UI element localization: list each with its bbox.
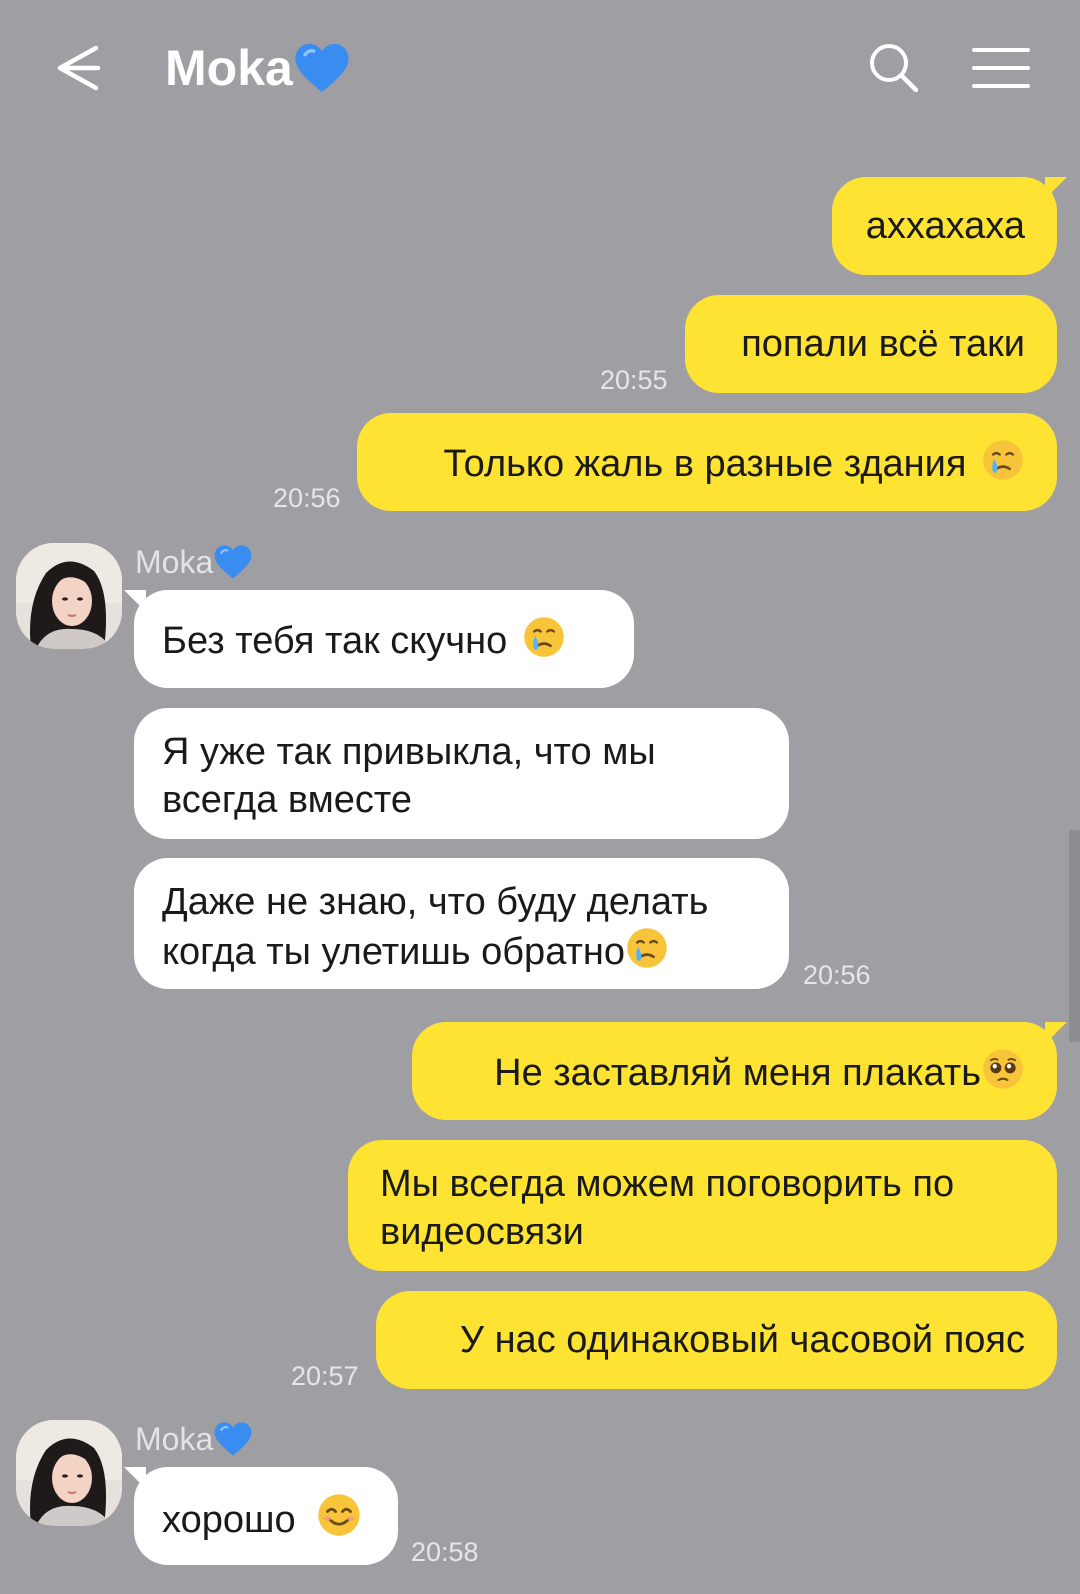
chat-header: Moka <box>0 0 1080 140</box>
outgoing-message[interactable]: Мы всегда можем поговорить по видеосвязи <box>348 1140 1057 1271</box>
incoming-message[interactable]: Я уже так привыкла, что мы всегда вместе <box>134 708 789 839</box>
blue-heart-icon <box>213 1420 253 1458</box>
message-text: Без тебя так скучно <box>162 620 508 662</box>
message-text-line: когда ты улетишь обратно <box>162 926 761 976</box>
message-time: 20:56 <box>803 960 871 990</box>
message-text: У нас одинаковый часовой пояс <box>459 1319 1025 1361</box>
scrollbar-thumb[interactable] <box>1069 830 1080 1042</box>
message-text-line: Я уже так привыкла, что мы <box>162 731 656 773</box>
crying-face-icon <box>522 615 566 659</box>
avatar-photo <box>16 1420 122 1526</box>
back-button[interactable] <box>50 36 130 100</box>
message-time: 20:58 <box>411 1537 479 1567</box>
message-text-line: Мы всегда можем поговорить по <box>380 1163 955 1205</box>
incoming-message[interactable]: Без тебя так скучно <box>124 590 634 688</box>
outgoing-message[interactable]: У нас одинаковый часовой пояс <box>376 1291 1057 1389</box>
smiling-face-icon <box>316 1492 362 1538</box>
sender-name: Moka <box>135 1419 253 1459</box>
outgoing-message[interactable]: аххахаха <box>832 177 1067 275</box>
message-text-line: всегда вместе <box>162 779 413 821</box>
message-text: Только жаль в разные здания <box>443 443 967 485</box>
message-text: хорошо <box>162 1499 296 1541</box>
search-icon <box>870 44 919 93</box>
outgoing-message[interactable]: Только жаль в разные здания <box>357 413 1057 511</box>
message-text: когда ты улетишь обратно <box>162 931 626 973</box>
message-text: аххахаха <box>865 205 1025 247</box>
menu-button[interactable] <box>970 40 1032 96</box>
message-time: 20:57 <box>291 1361 359 1391</box>
search-button[interactable] <box>864 38 924 98</box>
sender-name-text: Moka <box>135 544 214 580</box>
outgoing-message[interactable]: попали всё таки <box>685 295 1057 393</box>
avatar[interactable] <box>16 543 122 649</box>
message-text: Не заставляй меня плакать <box>494 1052 981 1094</box>
crying-face-icon <box>625 926 669 970</box>
sender-name: Moka <box>135 542 253 582</box>
incoming-message[interactable]: Даже не знаю, что буду делать когда ты у… <box>134 858 789 989</box>
arrow-left-icon <box>57 45 101 91</box>
hamburger-menu-icon <box>972 48 1030 88</box>
chat-title-text: Moka <box>165 40 293 96</box>
sender-name-text: Moka <box>135 1421 214 1457</box>
message-text: попали всё таки <box>741 323 1025 365</box>
message-text-line: видеосвязи <box>380 1211 584 1253</box>
avatar[interactable] <box>16 1420 122 1526</box>
blue-heart-icon <box>293 41 351 95</box>
incoming-message[interactable]: хорошо <box>124 1467 398 1565</box>
message-text-line: Даже не знаю, что буду делать <box>162 881 709 923</box>
chat-title: Moka <box>165 36 351 100</box>
avatar-photo <box>16 543 122 649</box>
crying-face-icon <box>981 438 1025 482</box>
outgoing-message[interactable]: Не заставляй меня плакать <box>412 1022 1067 1120</box>
blue-heart-icon <box>213 543 253 581</box>
message-time: 20:56 <box>273 483 341 513</box>
message-time: 20:55 <box>600 365 668 395</box>
pleading-face-icon <box>981 1047 1025 1091</box>
